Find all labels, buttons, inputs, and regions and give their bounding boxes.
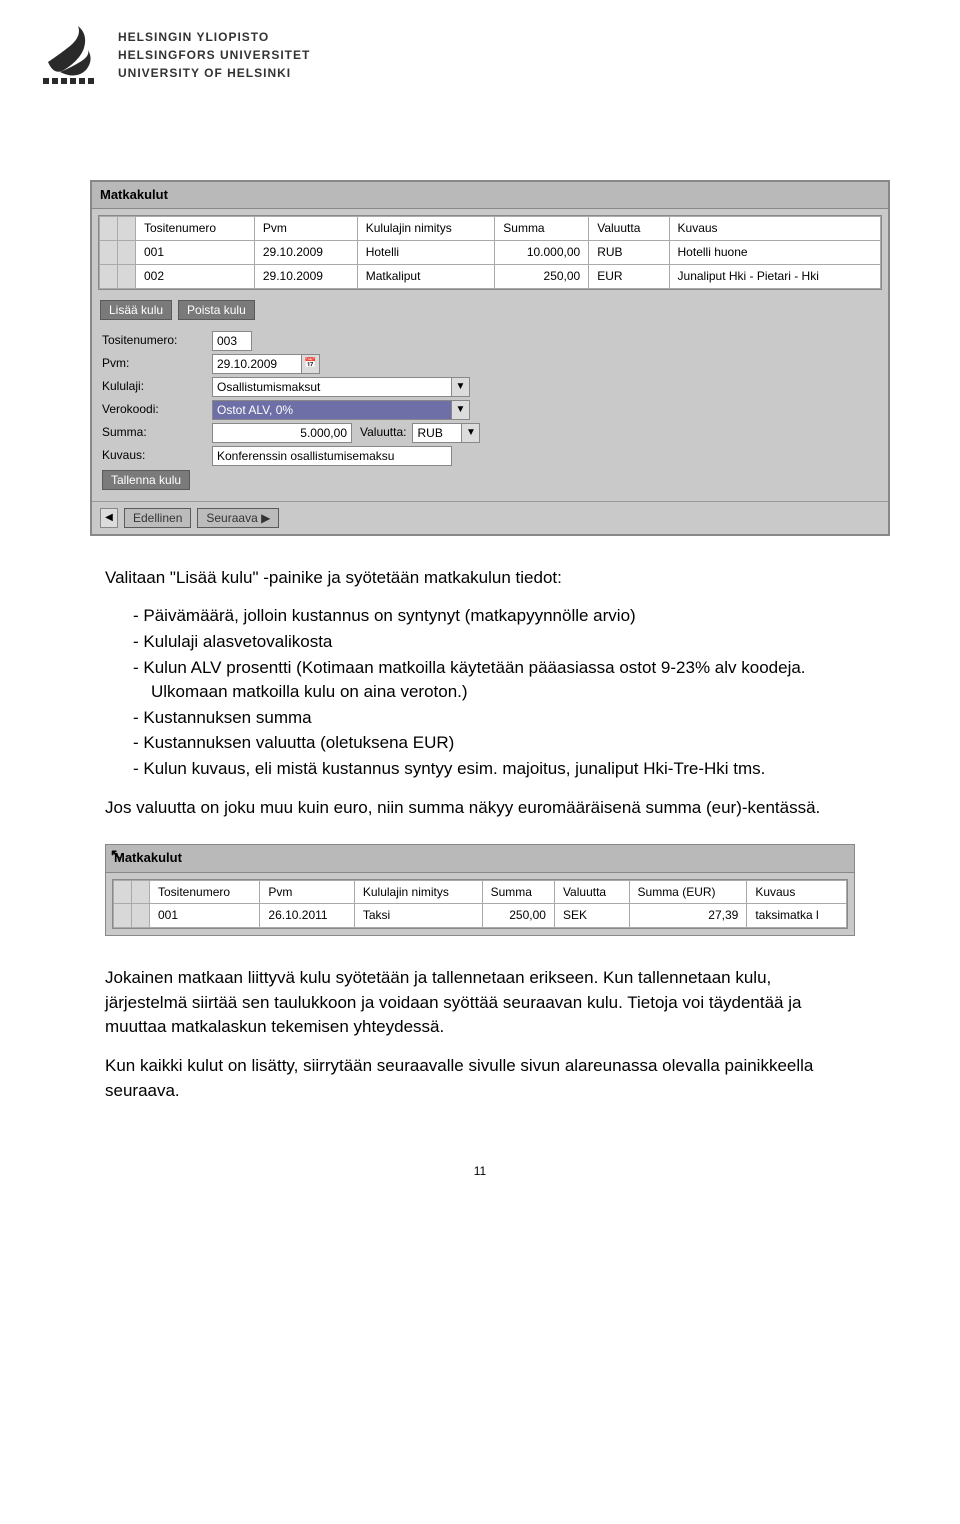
label-verokoodi: Verokoodi: bbox=[102, 401, 212, 418]
kuvaus-input[interactable] bbox=[212, 446, 452, 466]
next-button[interactable]: Seuraava ▶ bbox=[197, 508, 279, 528]
cell-valuutta: EUR bbox=[589, 264, 669, 288]
scroll-left-icon[interactable]: ◀ bbox=[100, 508, 118, 528]
screenshot-matkakulut-form: Matkakulut Tositenumero Pvm Kululajin ni… bbox=[90, 180, 890, 536]
col-valuutta: Valuutta bbox=[554, 880, 629, 904]
row-handle[interactable] bbox=[132, 904, 150, 928]
save-note: Jokainen matkaan liittyvä kulu syötetään… bbox=[105, 966, 855, 1040]
add-expense-button[interactable]: Lisää kulu bbox=[100, 300, 172, 320]
label-tositenumero: Tositenumero: bbox=[102, 332, 212, 349]
list-item: Kululaji alasvetovalikosta bbox=[151, 630, 855, 655]
cursor-icon: ↖ bbox=[110, 845, 122, 865]
verokoodi-select[interactable] bbox=[212, 400, 452, 420]
flame-icon bbox=[40, 20, 100, 90]
col-valuutta: Valuutta bbox=[589, 217, 669, 241]
label-kululaji: Kululaji: bbox=[102, 378, 212, 395]
row-handle[interactable] bbox=[114, 904, 132, 928]
col-kuvaus: Kuvaus bbox=[747, 880, 847, 904]
table-row[interactable]: 001 29.10.2009 Hotelli 10.000,00 RUB Hot… bbox=[100, 240, 881, 264]
col-summa: Summa bbox=[495, 217, 589, 241]
instruction-block-1: Valitaan "Lisää kulu" -painike ja syötet… bbox=[105, 566, 855, 821]
list-item: Kulun kuvaus, eli mistä kustannus syntyy… bbox=[151, 757, 855, 782]
chevron-down-icon[interactable]: ▼ bbox=[462, 423, 480, 443]
expense-form: Tositenumero: Pvm: 📅 Kululaji: ▼ Verokoo… bbox=[92, 324, 888, 501]
cell-tosite: 001 bbox=[136, 240, 255, 264]
remove-expense-button[interactable]: Poista kulu bbox=[178, 300, 255, 320]
panel-title: Matkakulut bbox=[92, 182, 888, 209]
pvm-input[interactable] bbox=[212, 354, 302, 374]
calendar-icon[interactable]: 📅 bbox=[302, 354, 320, 374]
col-pvm: Pvm bbox=[254, 217, 357, 241]
cell-summa: 250,00 bbox=[495, 264, 589, 288]
cell-tosite: 001 bbox=[150, 904, 260, 928]
table-row[interactable]: 002 29.10.2009 Matkaliput 250,00 EUR Jun… bbox=[100, 264, 881, 288]
expense-table: Tositenumero Pvm Kululajin nimitys Summa… bbox=[98, 215, 882, 289]
label-kuvaus: Kuvaus: bbox=[102, 447, 212, 464]
list-item: Kustannuksen valuutta (oletuksena EUR) bbox=[151, 731, 855, 756]
instruction-block-2: Jokainen matkaan liittyvä kulu syötetään… bbox=[105, 966, 855, 1103]
row-handle-header bbox=[118, 217, 136, 241]
instruction-list: Päivämäärä, jolloin kustannus on syntyny… bbox=[133, 604, 855, 781]
table-header-row: Tositenumero Pvm Kululajin nimitys Summa… bbox=[100, 217, 881, 241]
save-expense-button[interactable]: Tallenna kulu bbox=[102, 470, 190, 490]
cell-pvm: 29.10.2009 bbox=[254, 240, 357, 264]
col-kululaji: Kululajin nimitys bbox=[354, 880, 482, 904]
cell-kuvaus: Hotelli huone bbox=[669, 240, 880, 264]
col-kululaji: Kululajin nimitys bbox=[357, 217, 495, 241]
cell-tosite: 002 bbox=[136, 264, 255, 288]
currency-note: Jos valuutta on joku muu kuin euro, niin… bbox=[105, 796, 855, 821]
cell-kuvaus: Junaliput Hki - Pietari - Hki bbox=[669, 264, 880, 288]
panel-title: ↖ Matkakulut bbox=[106, 845, 854, 872]
summa-input[interactable] bbox=[212, 423, 352, 443]
col-kuvaus: Kuvaus bbox=[669, 217, 880, 241]
tositenumero-input[interactable] bbox=[212, 331, 252, 351]
cell-summa-eur: 27,39 bbox=[629, 904, 747, 928]
uni-line-3: UNIVERSITY OF HELSINKI bbox=[118, 64, 310, 82]
label-pvm: Pvm: bbox=[102, 355, 212, 372]
col-summa: Summa bbox=[482, 880, 554, 904]
cell-summa: 10.000,00 bbox=[495, 240, 589, 264]
valuutta-select[interactable] bbox=[412, 423, 462, 443]
row-handle[interactable] bbox=[118, 240, 136, 264]
list-item: Kulun ALV prosentti (Kotimaan matkoilla … bbox=[151, 656, 855, 705]
row-handle[interactable] bbox=[100, 240, 118, 264]
next-note: Kun kaikki kulut on lisätty, siirrytään … bbox=[105, 1054, 855, 1103]
row-handle[interactable] bbox=[100, 264, 118, 288]
col-tositenumero: Tositenumero bbox=[136, 217, 255, 241]
cell-kuvaus: taksimatka l bbox=[747, 904, 847, 928]
kululaji-select[interactable] bbox=[212, 377, 452, 397]
screenshot-matkakulut-eur-table: ↖ Matkakulut Tositenumero Pvm Kululajin … bbox=[105, 844, 855, 936]
row-handle[interactable] bbox=[118, 264, 136, 288]
list-item: Päivämäärä, jolloin kustannus on syntyny… bbox=[151, 604, 855, 629]
table-row[interactable]: 001 26.10.2011 Taksi 250,00 SEK 27,39 ta… bbox=[114, 904, 847, 928]
uni-line-1: HELSINGIN YLIOPISTO bbox=[118, 28, 310, 46]
col-summa-eur: Summa (EUR) bbox=[629, 880, 747, 904]
cell-kululaji: Matkaliput bbox=[357, 264, 495, 288]
university-name: HELSINGIN YLIOPISTO HELSINGFORS UNIVERSI… bbox=[118, 28, 310, 82]
cell-valuutta: SEK bbox=[554, 904, 629, 928]
list-item: Kustannuksen summa bbox=[151, 706, 855, 731]
intro-text: Valitaan "Lisää kulu" -painike ja syötet… bbox=[105, 566, 855, 591]
uni-line-2: HELSINGFORS UNIVERSITET bbox=[118, 46, 310, 64]
page-number: 11 bbox=[40, 1163, 920, 1180]
row-handle-header bbox=[100, 217, 118, 241]
cell-summa: 250,00 bbox=[482, 904, 554, 928]
row-handle-header bbox=[132, 880, 150, 904]
logo-header: HELSINGIN YLIOPISTO HELSINGFORS UNIVERSI… bbox=[40, 20, 920, 90]
table-header-row: Tositenumero Pvm Kululajin nimitys Summa… bbox=[114, 880, 847, 904]
cell-valuutta: RUB bbox=[589, 240, 669, 264]
previous-button[interactable]: Edellinen bbox=[124, 508, 191, 528]
cell-pvm: 26.10.2011 bbox=[260, 904, 354, 928]
chevron-down-icon[interactable]: ▼ bbox=[452, 400, 470, 420]
cell-pvm: 29.10.2009 bbox=[254, 264, 357, 288]
cell-kululaji: Hotelli bbox=[357, 240, 495, 264]
label-summa: Summa: bbox=[102, 424, 212, 441]
col-pvm: Pvm bbox=[260, 880, 354, 904]
chevron-down-icon[interactable]: ▼ bbox=[452, 377, 470, 397]
expense-table-eur: Tositenumero Pvm Kululajin nimitys Summa… bbox=[112, 879, 848, 930]
label-valuutta: Valuutta: bbox=[360, 424, 406, 441]
col-tositenumero: Tositenumero bbox=[150, 880, 260, 904]
row-handle-header bbox=[114, 880, 132, 904]
cell-kululaji: Taksi bbox=[354, 904, 482, 928]
